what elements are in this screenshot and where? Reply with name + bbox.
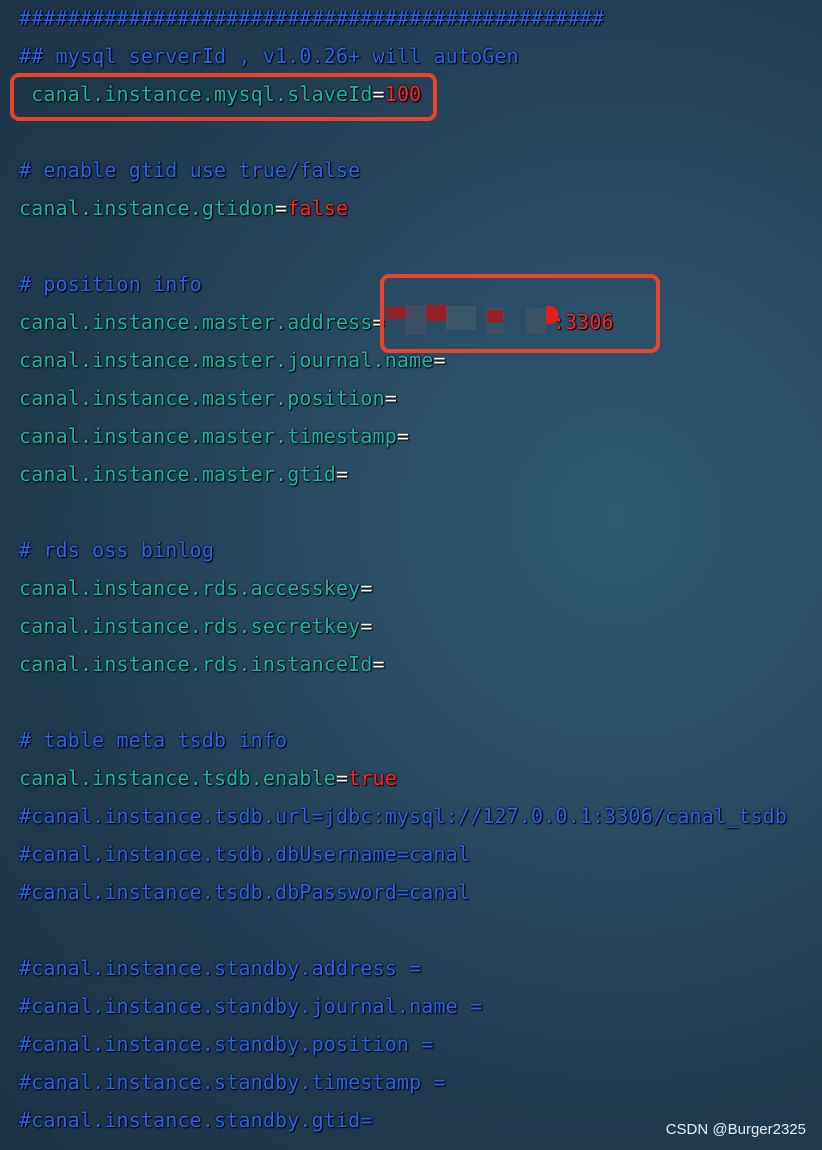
comment-text: #canal.instance.tsdb.dbPassword=canal — [19, 880, 471, 904]
config-key: canal.instance.master.journal.name — [19, 348, 434, 372]
config-line: canal.instance.gtidon=false — [19, 189, 787, 227]
comment-text: #canal.instance.standby.timestamp = — [19, 1070, 446, 1094]
config-line: canal.instance.rds.instanceId= — [19, 645, 787, 683]
config-line: canal.instance.rds.secretkey= — [19, 607, 787, 645]
comment-text: #canal.instance.standby.journal.name = — [19, 994, 483, 1018]
comment-line: # enable gtid use true/false — [19, 151, 787, 189]
equals-sign: = — [372, 652, 385, 676]
config-key: canal.instance.master.timestamp — [19, 424, 397, 448]
comment-text: # table meta tsdb info — [19, 728, 288, 752]
comment-text: # rds oss binlog — [19, 538, 215, 562]
config-key: canal.instance.master.gtid — [19, 462, 336, 486]
comment-text: #canal.instance.standby.address = — [19, 956, 422, 980]
comment-line: #canal.instance.tsdb.dbPassword=canal — [19, 873, 787, 911]
equals-sign: = — [360, 614, 373, 638]
comment-line: #canal.instance.tsdb.url=jdbc:mysql://12… — [19, 797, 787, 835]
config-line: canal.instance.master.gtid= — [19, 455, 787, 493]
equals-sign: = — [384, 386, 397, 410]
comment-line: #canal.instance.standby.timestamp = — [19, 1063, 787, 1101]
comment-line: # table meta tsdb info — [19, 721, 787, 759]
equals-sign: = — [275, 196, 288, 220]
comment-text: # enable gtid use true/false — [19, 158, 361, 182]
highlight-box-slaveid — [10, 73, 437, 121]
comment-text: #canal.instance.standby.position = — [19, 1032, 434, 1056]
comment-text: #canal.instance.standby.gtid= — [19, 1108, 373, 1132]
equals-sign: = — [335, 462, 349, 486]
config-value: false — [287, 196, 349, 220]
config-line: canal.instance.master.timestamp= — [19, 417, 787, 455]
config-key: canal.instance.rds.secretkey — [19, 614, 361, 638]
comment-text: #canal.instance.tsdb.url=jdbc:mysql://12… — [19, 804, 788, 828]
equals-sign: = — [360, 576, 373, 600]
comment-line: #canal.instance.standby.journal.name = — [19, 987, 787, 1025]
config-line: canal.instance.master.position= — [19, 379, 787, 417]
config-key: canal.instance.rds.accesskey — [19, 576, 361, 600]
config-key: canal.instance.rds.instanceId — [19, 652, 373, 676]
watermark: CSDN @Burger2325 — [665, 1121, 806, 1138]
equals-sign: = — [396, 424, 410, 448]
comment-text: # position info — [19, 272, 202, 296]
comment-text: ## mysql serverId , v1.0.26+ will autoGe… — [19, 44, 519, 68]
config-key: canal.instance.gtidon — [19, 196, 276, 220]
comment-line: #canal.instance.standby.position = — [19, 1025, 787, 1063]
config-key: canal.instance.master.address — [19, 310, 373, 334]
comment-text: #canal.instance.tsdb.dbUsername=canal — [19, 842, 471, 866]
comment-line: #canal.instance.tsdb.dbUsername=canal — [19, 835, 787, 873]
config-key: canal.instance.tsdb.enable — [19, 766, 336, 790]
config-line: canal.instance.rds.accesskey= — [19, 569, 787, 607]
comment-line: ########################################… — [19, 0, 787, 37]
config-line: canal.instance.tsdb.enable=true — [19, 759, 787, 797]
comment-text: ########################################… — [19, 6, 605, 30]
config-value: true — [348, 766, 397, 790]
comment-line: ## mysql serverId , v1.0.26+ will autoGe… — [19, 37, 787, 75]
comment-line: #canal.instance.standby.address = — [19, 949, 787, 987]
comment-line: # rds oss binlog — [19, 531, 787, 569]
config-key: canal.instance.master.position — [19, 386, 385, 410]
config-editor[interactable]: ########################################… — [19, 0, 787, 1139]
equals-sign: = — [335, 766, 349, 790]
